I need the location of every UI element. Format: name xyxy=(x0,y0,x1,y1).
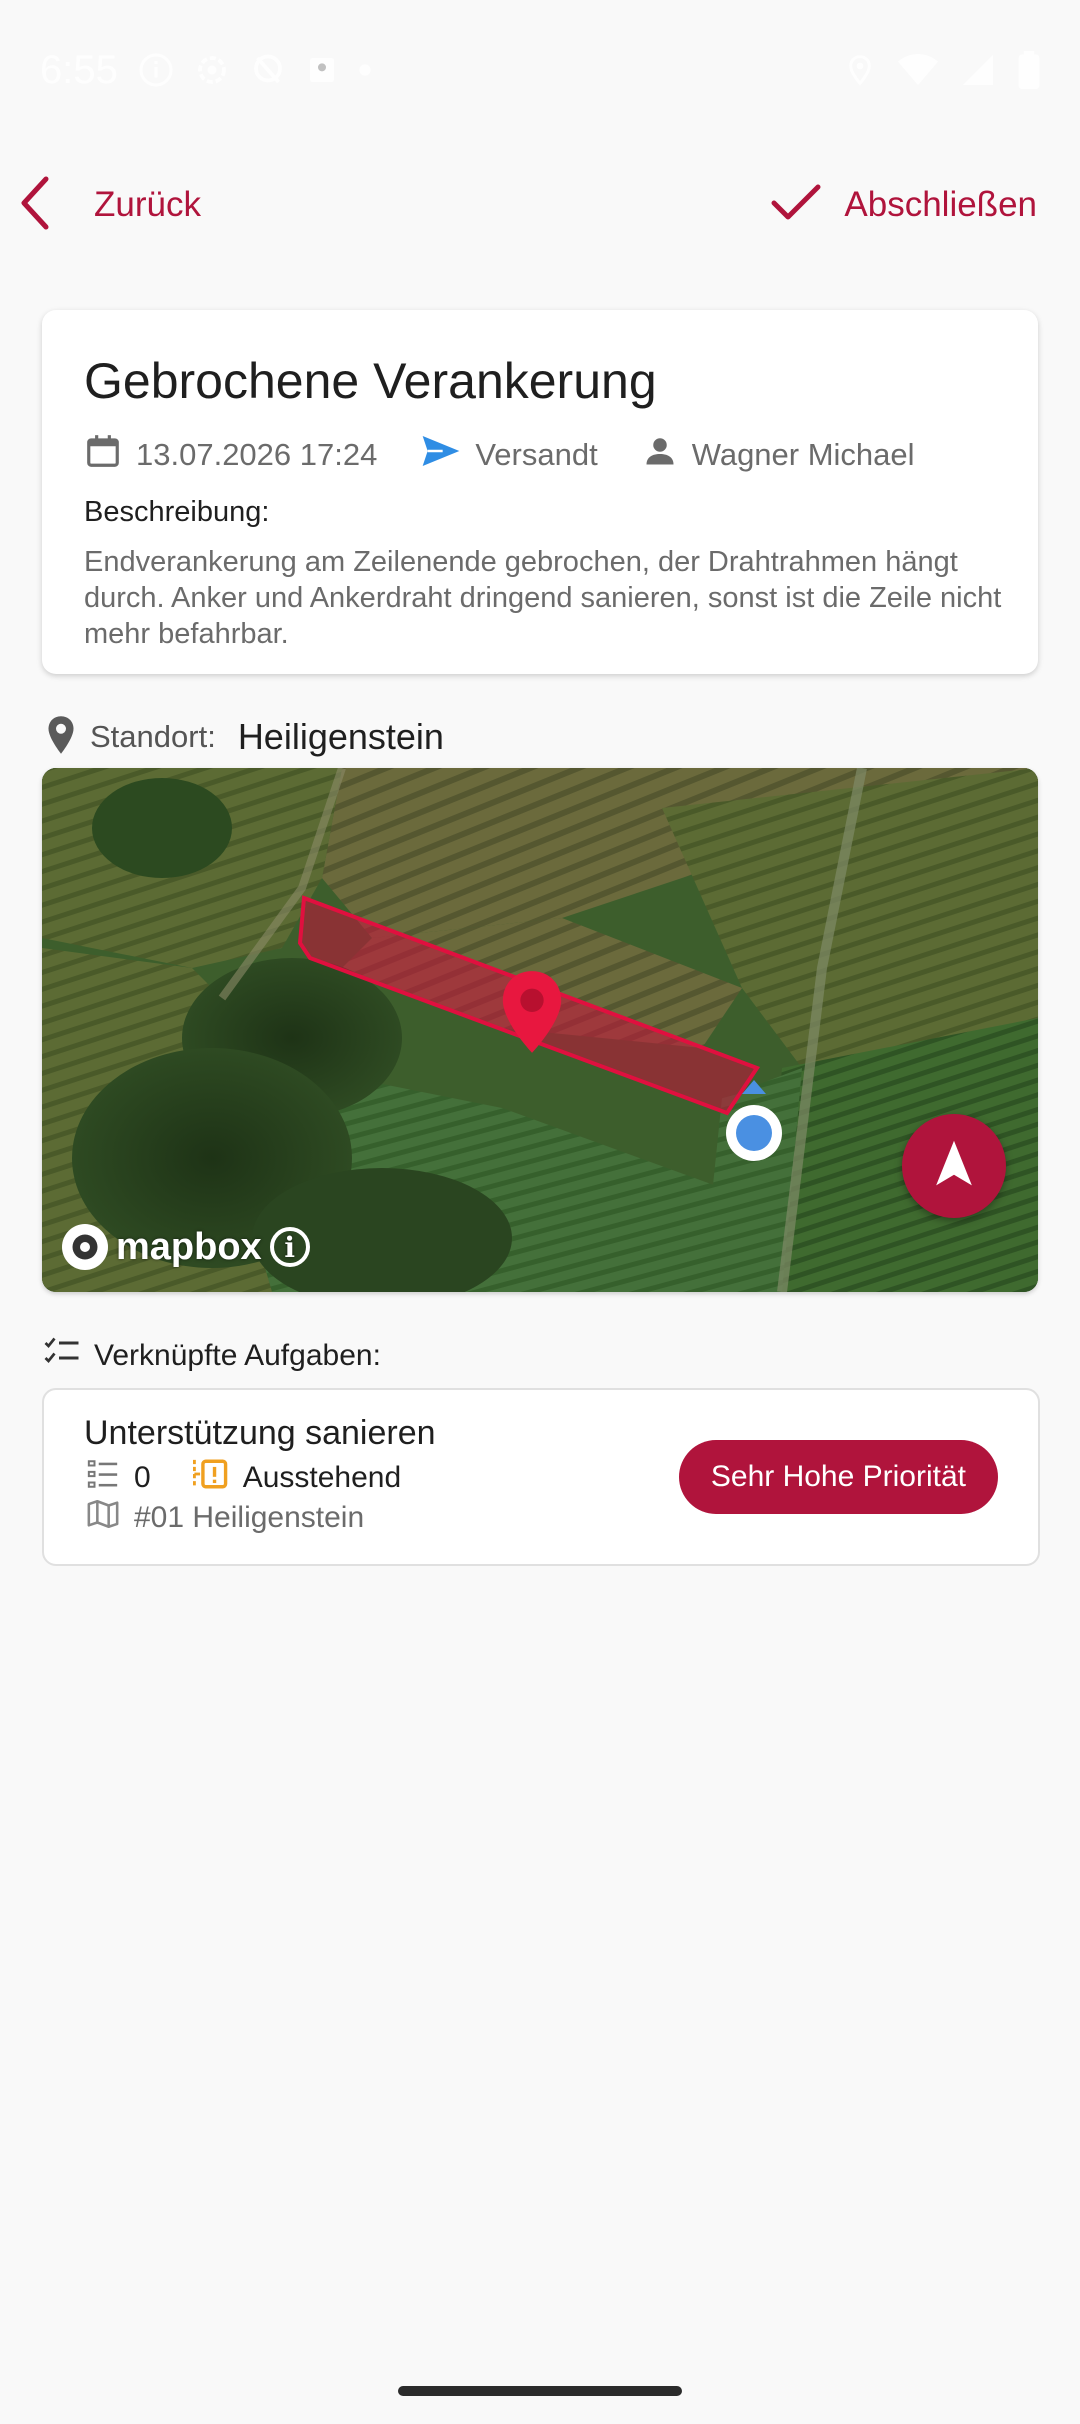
linked-tasks-header: Verknüpfte Aufgaben: xyxy=(44,1334,381,1378)
mapbox-attribution: mapbox i xyxy=(62,1224,310,1270)
report-date-text: 13.07.2026 17:24 xyxy=(136,437,378,472)
map-icon xyxy=(86,1497,134,1539)
calendar-icon xyxy=(84,431,136,479)
pending-status-icon xyxy=(191,1457,243,1499)
contact-icon xyxy=(306,54,338,86)
person-icon xyxy=(642,433,692,477)
map-marker-icon[interactable] xyxy=(497,968,567,1061)
top-bar: Zurück Abschließen xyxy=(0,165,1080,245)
task-card[interactable]: Unterstützung sanieren 0 Ausstehend #01 … xyxy=(42,1388,1040,1566)
mapbox-wordmark: mapbox xyxy=(116,1225,262,1268)
location-icon xyxy=(844,52,876,88)
dot-icon xyxy=(358,63,372,77)
report-card: Gebrochene Verankerung 13.07.2026 17:24 … xyxy=(42,310,1038,674)
navigation-arrow-icon xyxy=(932,1139,976,1194)
location-pin-icon xyxy=(46,715,76,760)
send-icon xyxy=(421,434,475,476)
description-text: Endverankerung am Zeilenende gebrochen, … xyxy=(84,546,1002,650)
check-icon xyxy=(770,183,822,228)
task-location-row: #01 Heiligenstein xyxy=(86,1498,364,1538)
task-count: 0 xyxy=(134,1461,151,1494)
priority-badge: Sehr Hohe Priorität xyxy=(678,1440,998,1514)
map-view[interactable]: mapbox i xyxy=(42,768,1038,1292)
mapbox-logo-icon xyxy=(62,1224,108,1270)
back-button[interactable]: Zurück xyxy=(18,175,201,236)
report-status-text: Versandt xyxy=(475,437,598,472)
report-title: Gebrochene Verankerung xyxy=(84,353,657,409)
description-label: Beschreibung: xyxy=(84,496,270,528)
location-value: Heiligenstein xyxy=(237,716,444,757)
report-meta-row: 13.07.2026 17:24 Versandt Wagner Michael xyxy=(84,432,959,478)
finish-button-label: Abschließen xyxy=(844,185,1037,224)
home-indicator[interactable] xyxy=(398,2386,682,2396)
status-time: 6:55 xyxy=(40,47,118,92)
finish-button[interactable]: Abschließen xyxy=(770,177,1037,233)
user-location-icon xyxy=(722,1078,786,1173)
task-location: #01 Heiligenstein xyxy=(134,1501,365,1534)
report-date: 13.07.2026 17:24 xyxy=(84,431,377,479)
location-row: Standort: Heiligenstein xyxy=(46,712,444,762)
navigate-button[interactable] xyxy=(902,1114,1006,1218)
chevron-left-icon xyxy=(18,175,52,236)
task-status: Ausstehend xyxy=(242,1461,402,1494)
linked-tasks-title: Verknüpfte Aufgaben: xyxy=(94,1339,381,1372)
back-button-label: Zurück xyxy=(94,185,201,224)
report-author: Wagner Michael xyxy=(642,433,915,477)
wifi-icon xyxy=(898,52,938,88)
task-title: Unterstützung sanieren xyxy=(84,1414,436,1452)
map-info-button[interactable]: i xyxy=(269,1227,310,1267)
signal-icon xyxy=(960,52,996,88)
numbered-list-icon xyxy=(86,1457,134,1499)
location-off-icon xyxy=(250,52,286,88)
task-meta-row: 0 Ausstehend xyxy=(86,1458,401,1498)
battery-icon xyxy=(1018,51,1040,89)
report-author-text: Wagner Michael xyxy=(691,437,915,472)
settings-sync-icon xyxy=(194,52,230,88)
checklist-icon xyxy=(44,1337,94,1375)
report-status: Versandt xyxy=(421,434,598,476)
info-icon xyxy=(138,52,174,88)
status-bar: 6:55 xyxy=(40,40,1040,100)
location-label: Standort: xyxy=(90,719,216,754)
